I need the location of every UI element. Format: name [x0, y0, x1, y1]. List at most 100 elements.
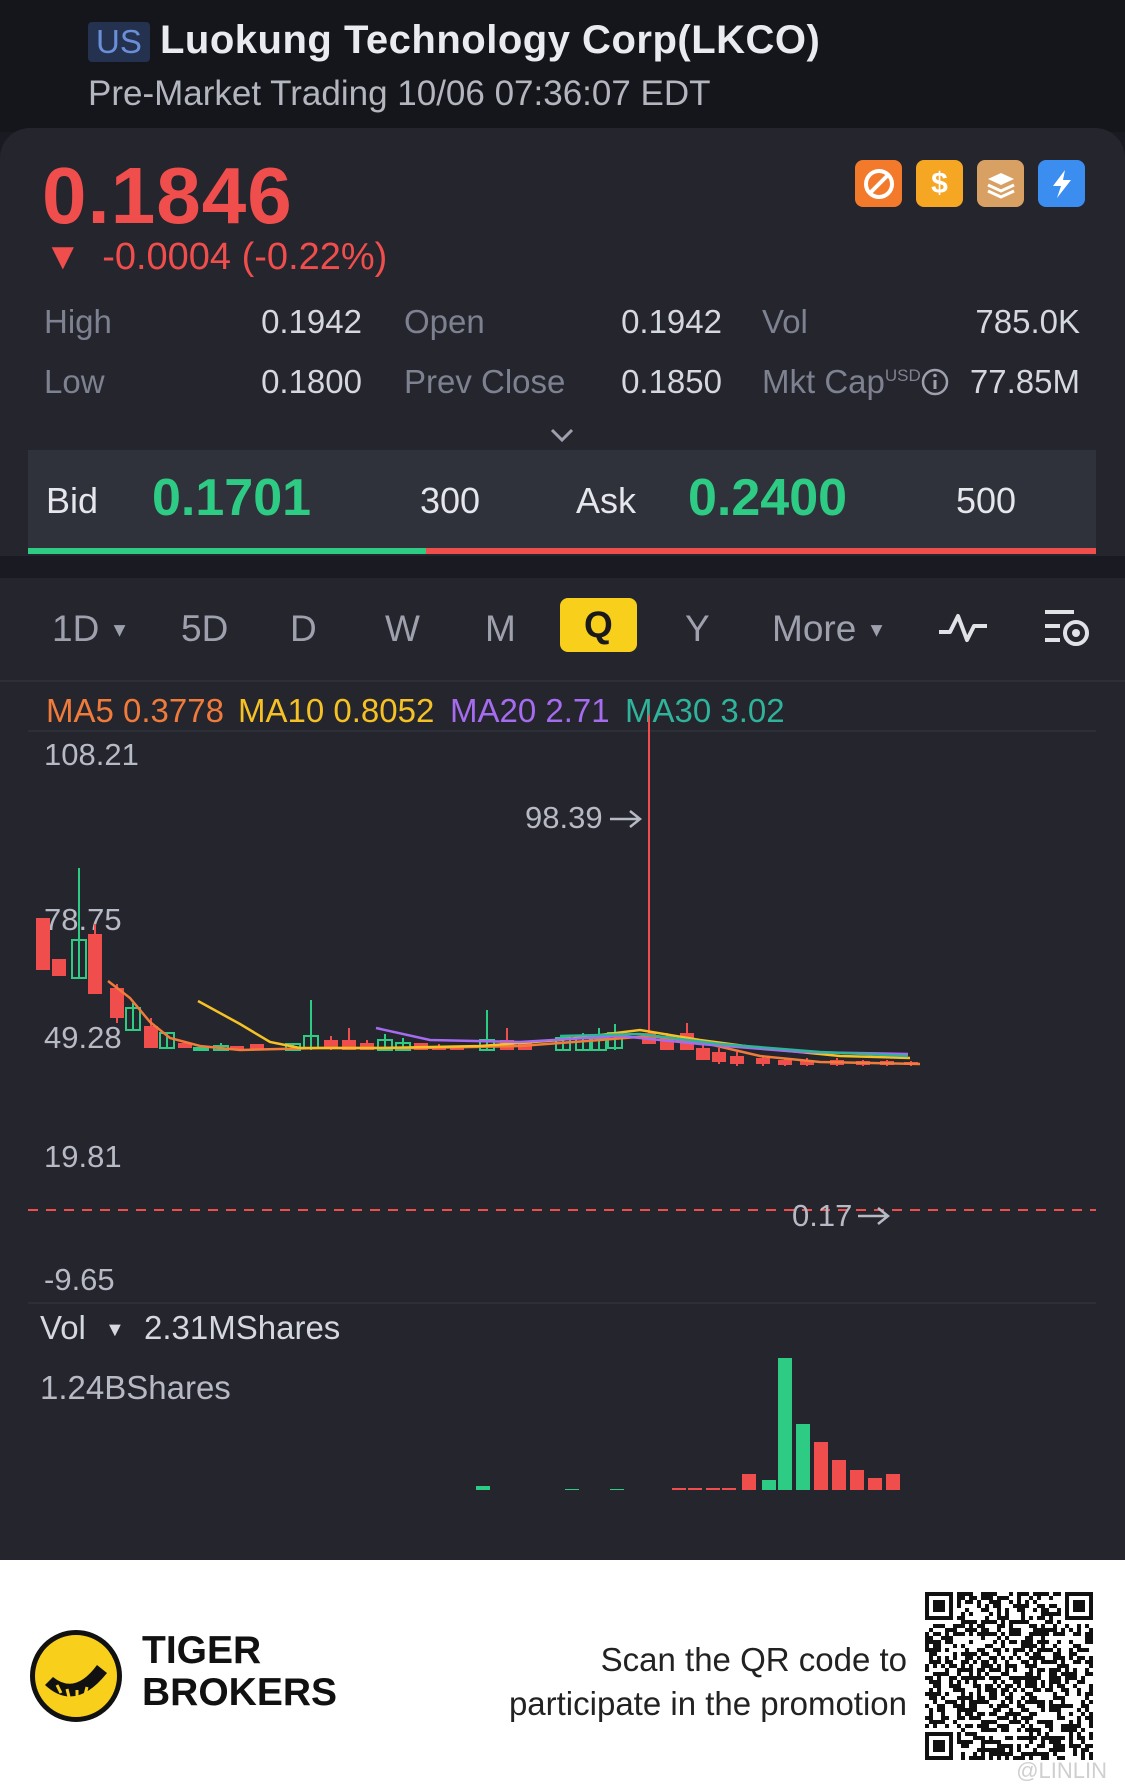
- chevron-down-icon[interactable]: [548, 421, 576, 449]
- qr-module: [969, 1632, 973, 1636]
- qr-module: [981, 1736, 985, 1740]
- qr-module: [1025, 1644, 1029, 1648]
- qr-module: [1049, 1724, 1053, 1728]
- candle-body-down: [756, 1058, 770, 1064]
- open-label: Open: [404, 303, 485, 340]
- qr-module: [1037, 1732, 1041, 1736]
- qr-module: [997, 1652, 1001, 1656]
- y-label-4: 19.81: [44, 1139, 122, 1174]
- qr-module: [1053, 1644, 1057, 1648]
- qr-module: [989, 1596, 993, 1600]
- candlestick-chart[interactable]: 108.21 78.75 49.28 19.81 -9.65 98.39 0.1…: [0, 578, 1125, 1560]
- qr-module: [1001, 1724, 1005, 1728]
- qr-module: [925, 1632, 929, 1636]
- lightning-icon[interactable]: [1038, 160, 1085, 207]
- qr-module: [1049, 1684, 1053, 1688]
- mkt-cap-unit: USD: [884, 366, 921, 385]
- qr-module: [941, 1696, 945, 1700]
- qr-module: [1089, 1656, 1093, 1660]
- qr-module: [981, 1720, 985, 1724]
- qr-module: [1037, 1628, 1041, 1632]
- qr-module: [1009, 1684, 1013, 1688]
- qr-module: [985, 1664, 989, 1668]
- qr-module: [969, 1756, 973, 1760]
- stock-title[interactable]: Luokung Technology Corp(LKCO): [160, 18, 820, 63]
- qr-module: [997, 1624, 1001, 1628]
- qr-module: [969, 1600, 973, 1604]
- qr-module: [1037, 1688, 1041, 1692]
- qr-module: [1057, 1608, 1061, 1612]
- qr-module: [997, 1676, 1001, 1680]
- qr-module: [985, 1724, 989, 1728]
- qr-module: [981, 1752, 985, 1756]
- qr-module: [1069, 1676, 1073, 1680]
- qr-module: [933, 1664, 937, 1668]
- qr-module: [929, 1640, 933, 1644]
- feature-badges: $: [855, 160, 1085, 207]
- qr-module: [989, 1752, 993, 1756]
- qr-module: [945, 1668, 949, 1672]
- qr-module: [1013, 1712, 1017, 1716]
- qr-module: [989, 1644, 993, 1648]
- qr-module: [1061, 1660, 1065, 1664]
- qr-module: [1013, 1604, 1017, 1608]
- qr-module: [1037, 1652, 1041, 1656]
- qr-module: [1025, 1600, 1029, 1604]
- volume-selector[interactable]: Vol ▼ 2.31MShares: [40, 1309, 340, 1347]
- qr-module: [1077, 1648, 1081, 1652]
- stack-icon[interactable]: [977, 160, 1024, 207]
- qr-module: [945, 1648, 949, 1652]
- volume-current: 2.31MShares: [144, 1309, 341, 1346]
- mkt-cap-label: Mkt CapUSD: [762, 363, 921, 400]
- qr-module: [989, 1592, 993, 1596]
- qr-module: [989, 1756, 993, 1760]
- qr-module: [1085, 1748, 1089, 1752]
- promo-text: Scan the QR code to participate in the p…: [508, 1641, 907, 1722]
- no-sign-icon[interactable]: [855, 160, 902, 207]
- qr-module: [1049, 1660, 1053, 1664]
- qr-module: [1041, 1628, 1045, 1632]
- qr-module: [965, 1592, 969, 1596]
- qr-module: [937, 1656, 941, 1660]
- qr-module: [1065, 1672, 1069, 1676]
- qr-module: [1025, 1700, 1029, 1704]
- qr-module: [973, 1628, 977, 1632]
- qr-module: [973, 1732, 977, 1736]
- qr-module: [1001, 1748, 1005, 1752]
- qr-module: [953, 1688, 957, 1692]
- qr-module: [1061, 1688, 1065, 1692]
- qr-module: [1029, 1680, 1033, 1684]
- qr-module: [961, 1612, 965, 1616]
- qr-module: [1069, 1724, 1073, 1728]
- dollar-icon[interactable]: $: [916, 160, 963, 207]
- ask-price: 0.2400: [688, 469, 848, 527]
- qr-module: [1009, 1708, 1013, 1712]
- candle-body-down: [144, 1026, 158, 1048]
- qr-code[interactable]: [925, 1592, 1093, 1760]
- qr-module: [1053, 1692, 1057, 1696]
- volume-bar: [722, 1488, 736, 1490]
- qr-module: [989, 1728, 993, 1732]
- qr-module: [1033, 1628, 1037, 1632]
- info-icon[interactable]: [920, 367, 950, 397]
- qr-module: [1041, 1656, 1045, 1660]
- qr-module: [941, 1636, 945, 1640]
- qr-module: [1057, 1748, 1061, 1752]
- qr-module: [1053, 1656, 1057, 1660]
- bid-strength-bar: [28, 548, 426, 554]
- qr-module: [1077, 1688, 1081, 1692]
- qr-module: [969, 1716, 973, 1720]
- qr-module: [961, 1660, 965, 1664]
- qr-module: [1073, 1644, 1077, 1648]
- qr-module: [973, 1684, 977, 1688]
- qr-module: [989, 1696, 993, 1700]
- qr-module: [1029, 1716, 1033, 1720]
- qr-module: [1013, 1620, 1017, 1624]
- qr-module: [1069, 1628, 1073, 1632]
- qr-module: [1045, 1752, 1049, 1756]
- qr-module: [1073, 1672, 1077, 1676]
- qr-module: [937, 1624, 941, 1628]
- qr-module: [1061, 1632, 1065, 1636]
- candle-body-up: [193, 1047, 209, 1051]
- qr-module: [937, 1640, 941, 1644]
